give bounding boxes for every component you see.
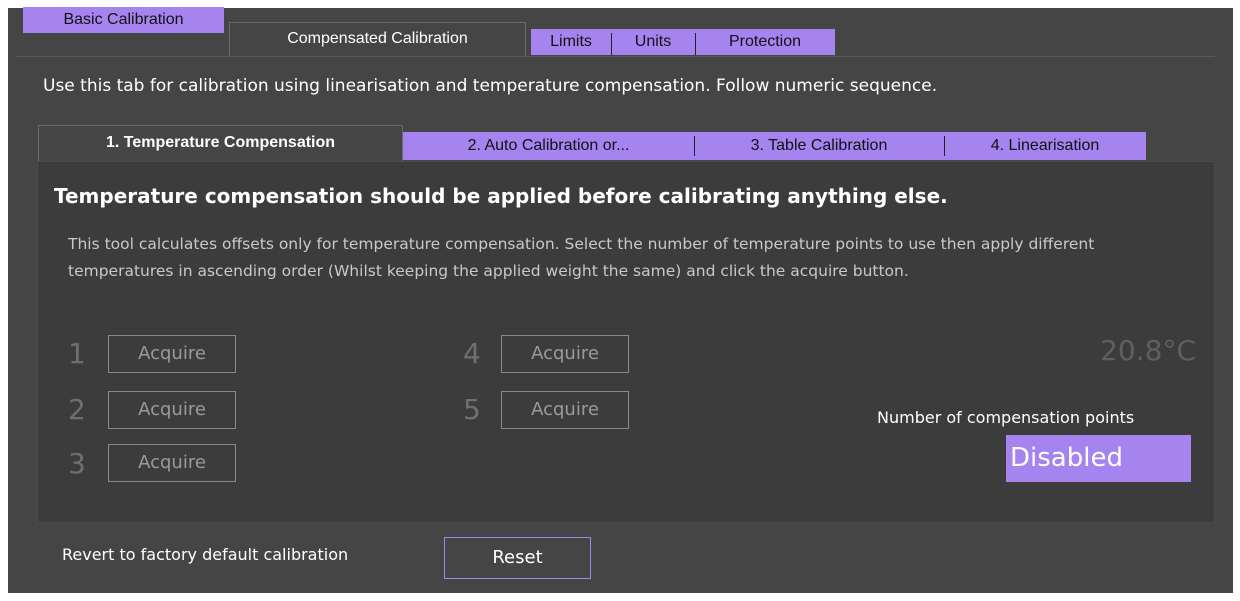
panel-heading: Temperature compensation should be appli… bbox=[54, 184, 948, 208]
subtab-temperature-compensation[interactable]: 1. Temperature Compensation bbox=[38, 125, 403, 162]
tab-bar-divider bbox=[16, 56, 1215, 57]
tab-separator bbox=[695, 33, 696, 55]
point-number-4: 4 bbox=[463, 337, 481, 370]
tab-units[interactable]: Units bbox=[611, 29, 695, 55]
tab-basic-calibration[interactable]: Basic Calibration bbox=[23, 7, 224, 33]
acquire-button-3[interactable]: Acquire bbox=[108, 444, 236, 482]
panel-info-text: This tool calculates offsets only for te… bbox=[68, 235, 1095, 280]
tab-compensated-calibration[interactable]: Compensated Calibration bbox=[229, 22, 526, 56]
compensation-points-select[interactable]: Disabled bbox=[1006, 435, 1191, 482]
point-number-1: 1 bbox=[68, 337, 86, 370]
point-number-3: 3 bbox=[68, 447, 86, 480]
subtab-table-calibration[interactable]: 3. Table Calibration bbox=[694, 132, 944, 160]
point-number-2: 2 bbox=[68, 393, 86, 426]
revert-label: Revert to factory default calibration bbox=[62, 545, 349, 564]
tab-limits[interactable]: Limits bbox=[531, 29, 611, 55]
subtab-auto-calibration[interactable]: 2. Auto Calibration or... bbox=[403, 132, 694, 160]
tab-description: Use this tab for calibration using linea… bbox=[43, 76, 938, 96]
subtab-linearisation[interactable]: 4. Linearisation bbox=[944, 132, 1146, 160]
tab-separator bbox=[611, 33, 612, 55]
acquire-button-5[interactable]: Acquire bbox=[501, 391, 629, 429]
acquire-button-2[interactable]: Acquire bbox=[108, 391, 236, 429]
subtab-separator bbox=[694, 136, 695, 156]
reset-button[interactable]: Reset bbox=[444, 537, 591, 579]
subtab-separator bbox=[944, 136, 945, 156]
acquire-button-4[interactable]: Acquire bbox=[501, 335, 629, 373]
temperature-readout: 20.8°C bbox=[1100, 334, 1196, 367]
acquire-button-1[interactable]: Acquire bbox=[108, 335, 236, 373]
compensation-points-label: Number of compensation points bbox=[877, 408, 1135, 427]
tab-protection[interactable]: Protection bbox=[695, 29, 835, 55]
point-number-5: 5 bbox=[463, 393, 481, 426]
